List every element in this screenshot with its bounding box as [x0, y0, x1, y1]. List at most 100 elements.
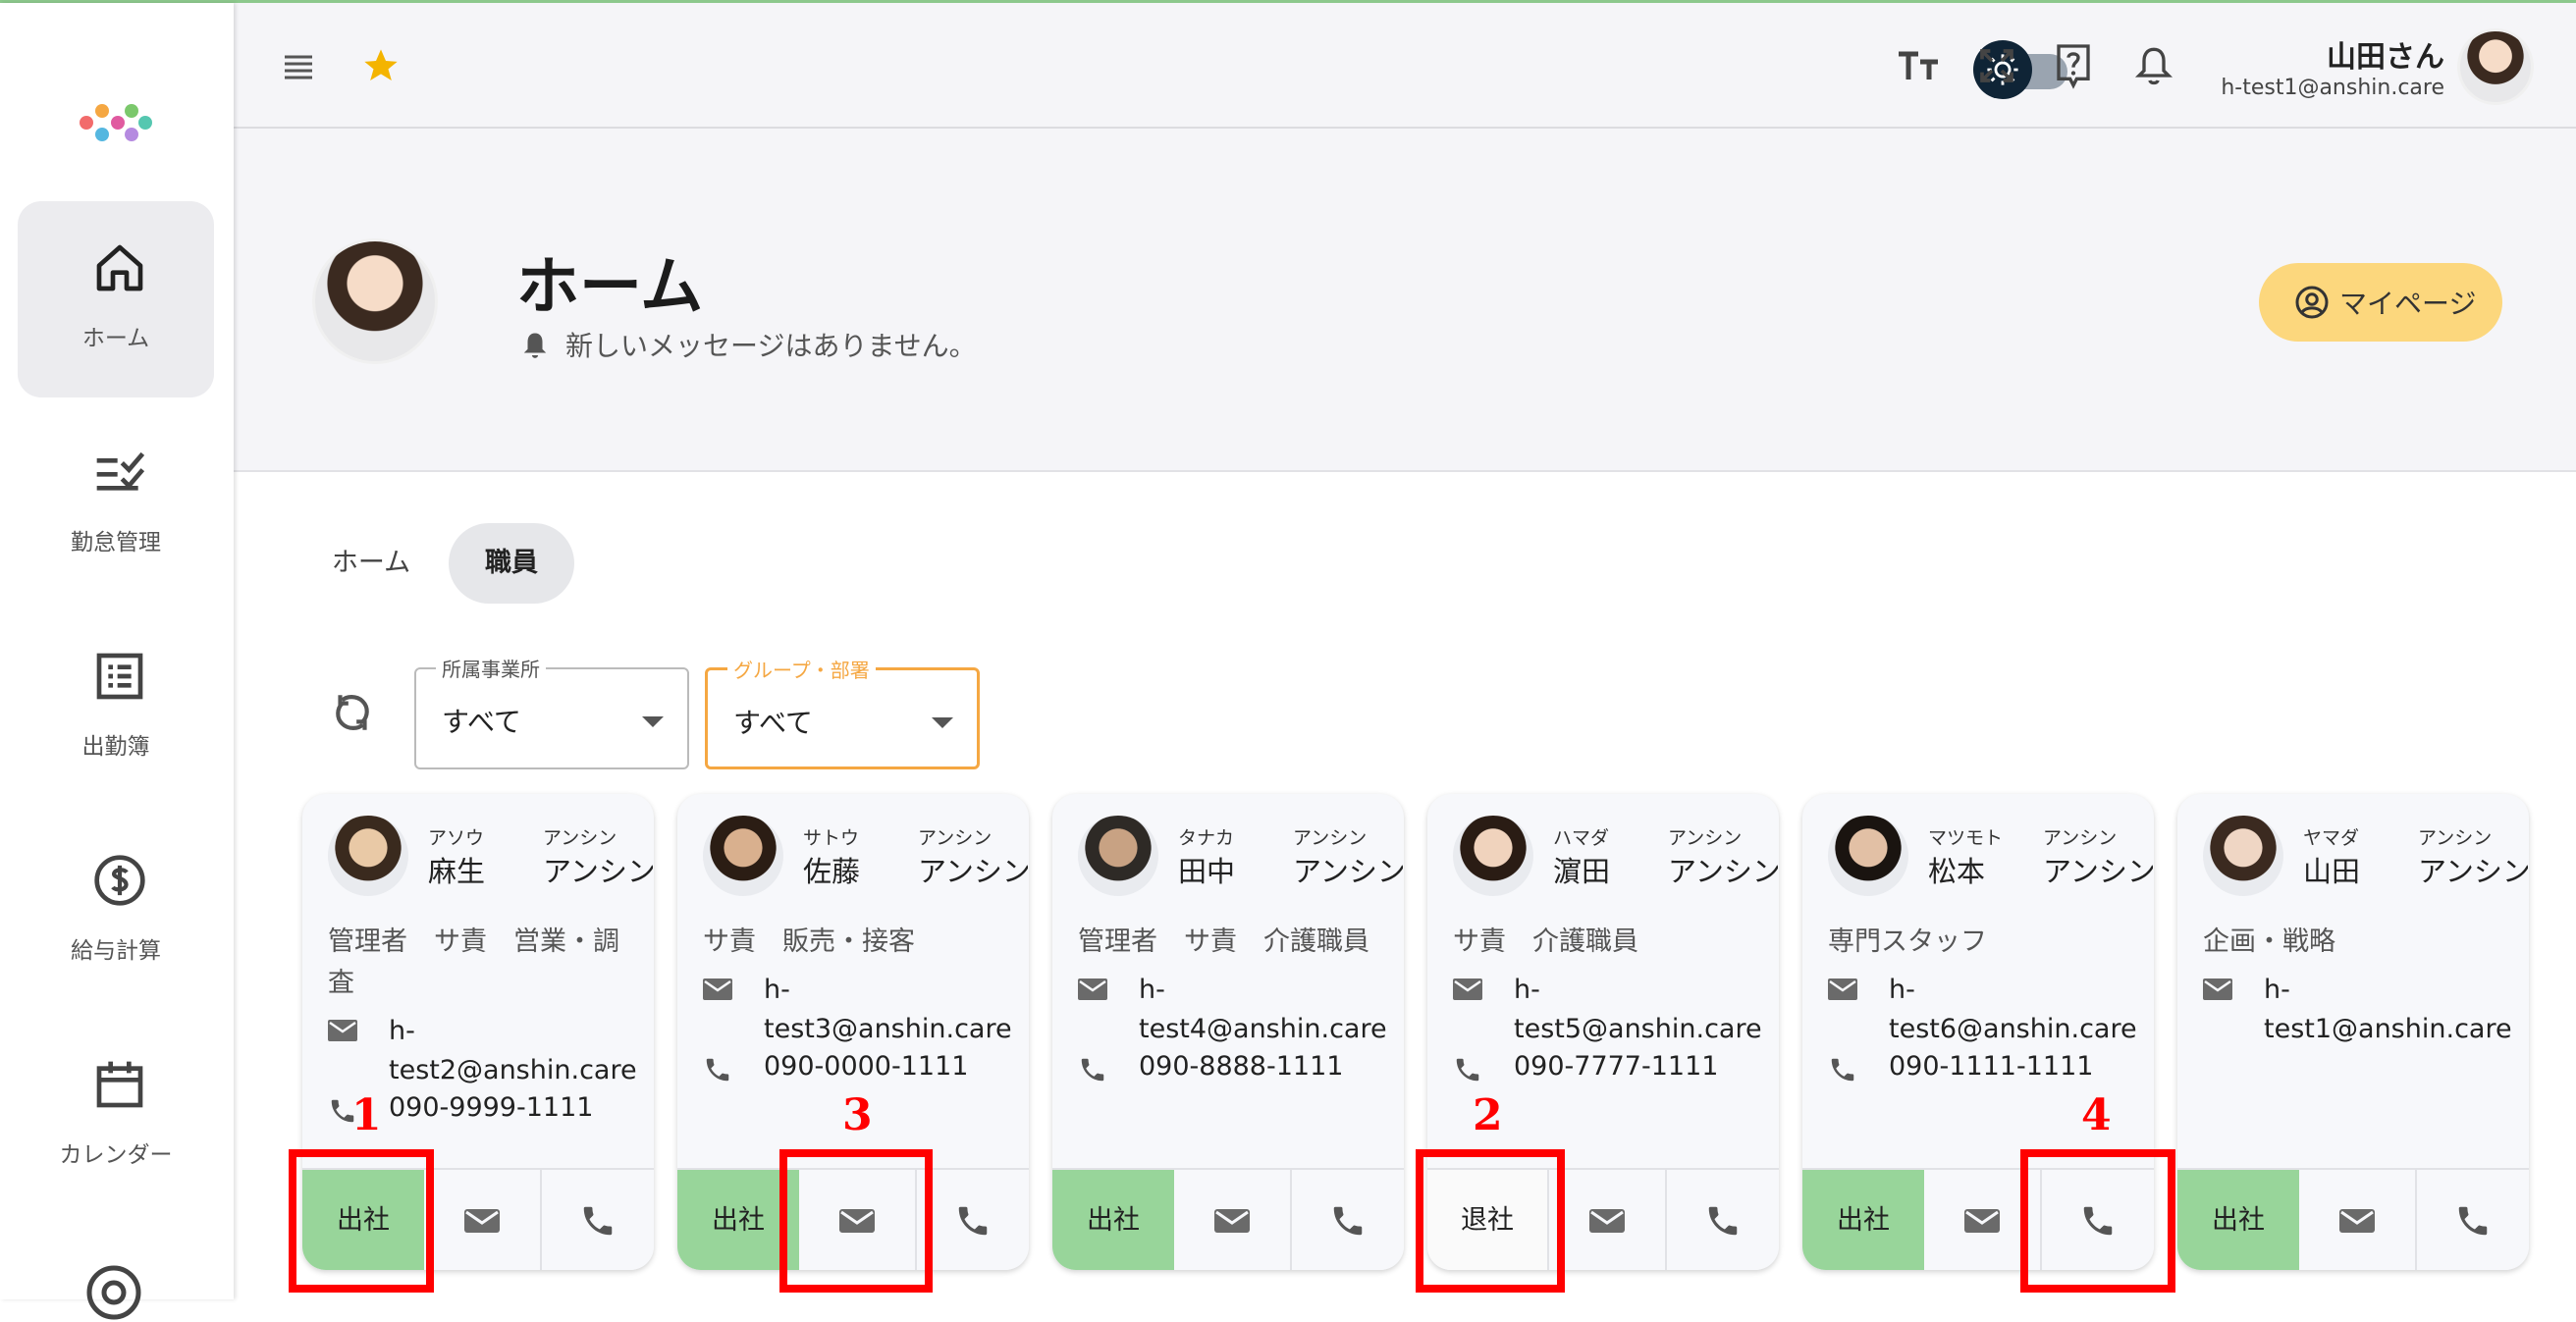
phone-icon [706, 1058, 729, 1082]
staff-first-name: アンシン [543, 855, 653, 888]
staff-last-name: 濵田 [1553, 855, 1611, 888]
mypage-button[interactable]: マイページ [2259, 263, 2502, 342]
sidebar: ホーム 勤怠管理 出勤簿 給与計算 カレンダー [0, 3, 234, 1320]
staff-phone[interactable]: 090-0000-1111 [764, 1051, 968, 1082]
staff-last-name: 松本 [1928, 855, 1986, 888]
staff-email-prefix: h- [1514, 975, 1540, 1005]
staff-email-domain: test1@anshin.care [2264, 1014, 2512, 1044]
annotation-number: 3 [842, 1090, 873, 1140]
staff-first-name-kana: アンシン [918, 827, 993, 849]
account-circle-icon [2295, 286, 2329, 319]
staff-avatar [1078, 816, 1158, 896]
message-status: 新しいメッセージはありません。 [565, 330, 977, 362]
card-actions: 出社 [1052, 1168, 1404, 1270]
office-select[interactable]: 所属事業所 すべて [414, 654, 689, 769]
checklist-icon [96, 451, 145, 491]
attendance-button[interactable]: 出社 [1052, 1170, 1174, 1270]
send-mail-button[interactable] [2299, 1170, 2417, 1270]
staff-first-name-kana: アンシン [543, 827, 617, 849]
annotation-number: 4 [2081, 1090, 2112, 1140]
staff-email[interactable]: h-test4@anshin.care [1139, 971, 1400, 1049]
staff-phone[interactable]: 090-8888-1111 [1139, 1051, 1343, 1082]
send-mail-button[interactable] [424, 1170, 542, 1270]
sidebar-item-home[interactable]: ホーム [18, 201, 214, 397]
chevron-down-icon [642, 716, 664, 727]
page-hero: ホーム 新しいメッセージはありません。 マイページ [234, 129, 2576, 472]
staff-email-prefix: h- [1889, 975, 1915, 1005]
help-icon[interactable] [2054, 42, 2093, 89]
tab-staff[interactable]: 職員 [449, 523, 574, 604]
staff-roles: サ責 販売・接客 [703, 926, 915, 957]
staff-first-name: アンシン [1293, 855, 1403, 888]
staff-phone[interactable]: 090-9999-1111 [389, 1092, 593, 1123]
app-logo[interactable] [77, 99, 153, 144]
staff-email[interactable]: h-test6@anshin.care [1889, 971, 2150, 1049]
send-mail-button[interactable] [1549, 1170, 1667, 1270]
staff-email-prefix: h- [1139, 975, 1165, 1005]
sidebar-item-label: ホーム [81, 326, 150, 351]
send-mail-button[interactable] [1174, 1170, 1292, 1270]
office-select-value: すべて [442, 706, 521, 738]
attendance-button[interactable]: 出社 [1802, 1170, 1924, 1270]
staff-email-domain: test2@anshin.care [389, 1055, 637, 1085]
mail-icon [328, 1020, 357, 1041]
group-select-label: グループ・部署 [727, 655, 876, 683]
sidebar-item-attendance[interactable]: 勤怠管理 [18, 405, 214, 602]
staff-last-name-kana: アソウ [428, 827, 485, 849]
highlight-box [289, 1149, 434, 1293]
staff-email-domain: test3@anshin.care [764, 1014, 1012, 1044]
staff-first-name-kana: アンシン [1293, 827, 1368, 849]
mypage-label: マイページ [2339, 288, 2477, 320]
group-select-value: すべて [733, 707, 813, 739]
highlight-box [779, 1149, 933, 1293]
staff-first-name: アンシン [2418, 855, 2528, 888]
staff-last-name: 田中 [1178, 855, 1236, 888]
bell-icon[interactable] [2134, 44, 2174, 87]
phone-icon [1831, 1058, 1854, 1082]
staff-first-name-kana: アンシン [2043, 827, 2118, 849]
menu-icon[interactable] [283, 54, 314, 79]
staff-email[interactable]: h-test5@anshin.care [1514, 971, 1775, 1049]
staff-roles: 管理者 サ責 営業・調査 [328, 926, 619, 998]
staff-email[interactable]: h-test1@anshin.care [2264, 971, 2525, 1049]
staff-first-name-kana: アンシン [2418, 827, 2493, 849]
call-button[interactable] [542, 1170, 654, 1270]
staff-email[interactable]: h-test3@anshin.care [764, 971, 1025, 1049]
call-button[interactable] [1292, 1170, 1404, 1270]
call-button[interactable] [917, 1170, 1029, 1270]
staff-phone[interactable]: 090-1111-1111 [1889, 1051, 2093, 1082]
fullscreen-icon[interactable] [1977, 46, 2016, 85]
staff-last-name: 山田 [2303, 855, 2361, 888]
sidebar-item-label: 出勤簿 [81, 734, 150, 760]
settings-icon[interactable] [84, 1263, 143, 1322]
sidebar-item-payroll[interactable]: 給与計算 [18, 814, 214, 1010]
sidebar-item-calendar[interactable]: カレンダー [18, 1018, 214, 1214]
refresh-icon[interactable] [328, 688, 377, 737]
sidebar-item-label: 勤怠管理 [71, 530, 161, 555]
call-button[interactable] [1667, 1170, 1779, 1270]
staff-roles: 企画・戦略 [2203, 926, 2335, 957]
staff-email[interactable]: h-test2@anshin.care [389, 1012, 650, 1090]
tab-home[interactable]: ホーム [312, 523, 430, 604]
page-title: ホーム [516, 251, 704, 324]
highlight-box [2020, 1149, 2175, 1293]
staff-email-domain: test4@anshin.care [1139, 1014, 1387, 1044]
main-content: ホーム 職員 所属事業所 すべて グループ・部署 すべて アソウ 麻生 アンシン アン… [234, 474, 2576, 1299]
staff-first-name: アンシン [1668, 855, 1778, 888]
staff-phone[interactable]: 090-7777-1111 [1514, 1051, 1718, 1082]
office-select-label: 所属事業所 [436, 654, 546, 682]
sidebar-item-timesheet[interactable]: 出勤簿 [18, 609, 214, 806]
home-icon [96, 244, 143, 291]
attendance-button[interactable]: 出社 [2177, 1170, 2299, 1270]
staff-roles: 管理者 サ責 介護職員 [1078, 926, 1369, 957]
user-name: 山田さん [2327, 40, 2444, 75]
staff-email-prefix: h- [2264, 975, 2290, 1005]
staff-first-name-kana: アンシン [1668, 827, 1743, 849]
font-size-icon[interactable] [1897, 46, 1940, 85]
user-avatar[interactable] [2457, 28, 2534, 105]
staff-roles: サ責 介護職員 [1453, 926, 1638, 957]
group-select[interactable]: グループ・部署 すべて [705, 655, 980, 769]
call-button[interactable] [2417, 1170, 2529, 1270]
star-icon[interactable] [361, 46, 401, 85]
phone-icon [1456, 1058, 1479, 1082]
